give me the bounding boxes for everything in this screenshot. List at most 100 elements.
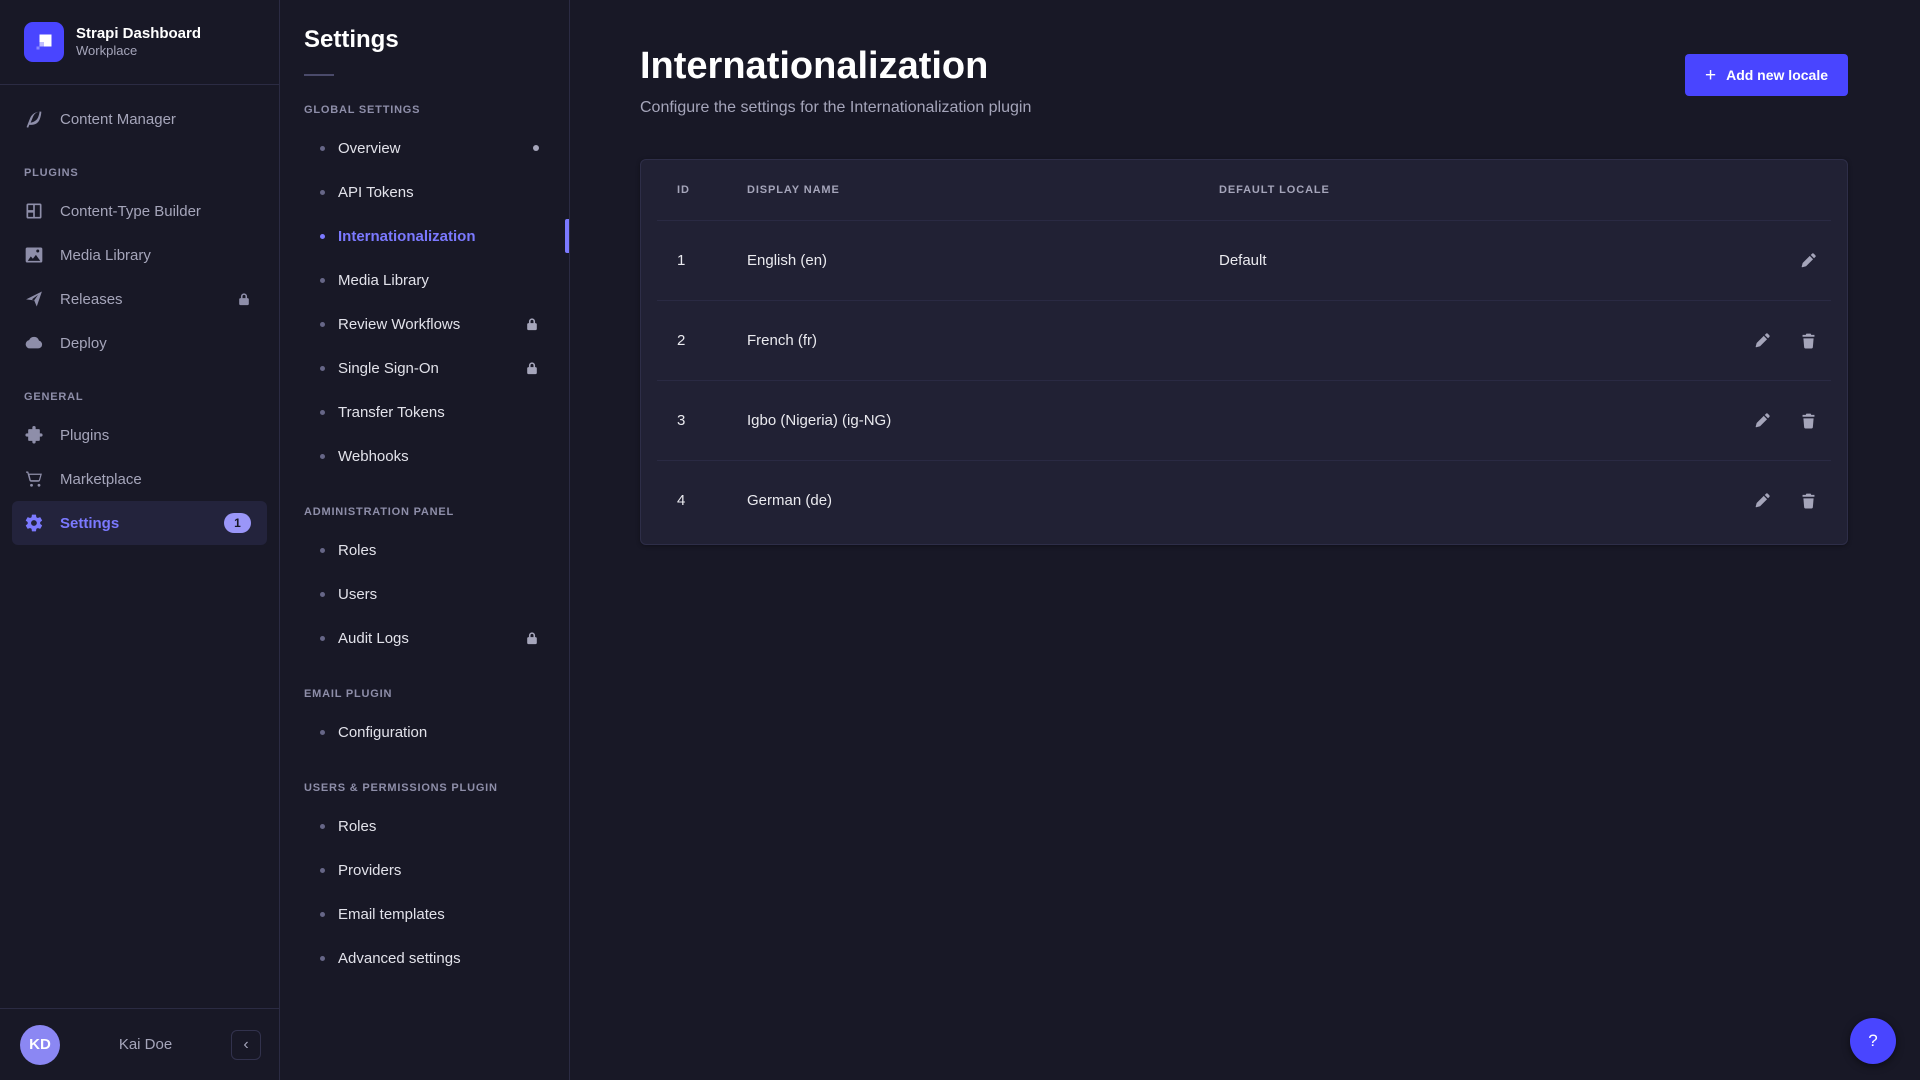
table-header-row: ID DISPLAY NAME DEFAULT LOCALE — [657, 160, 1831, 220]
pencil-icon — [1754, 412, 1771, 429]
workspace-header[interactable]: Strapi Dashboard Workplace — [0, 0, 279, 85]
plus-icon: + — [1705, 66, 1716, 85]
main-content: Internationalization Configure the setti… — [570, 0, 1920, 1080]
settings-nav-item-media-library[interactable]: Media Library — [280, 258, 569, 302]
settings-nav-item-single-sign-on[interactable]: Single Sign-On — [280, 346, 569, 390]
puzzle-icon — [24, 425, 44, 445]
feather-icon — [24, 109, 44, 129]
layout-icon — [24, 201, 44, 221]
settings-nav-item-users[interactable]: Users — [280, 572, 569, 616]
settings-nav-label: Email templates — [338, 906, 445, 923]
settings-nav-item-providers[interactable]: Providers — [280, 848, 569, 892]
sidebar-item-marketplace[interactable]: Marketplace — [12, 457, 267, 501]
bullet-icon — [320, 956, 325, 961]
collapse-sidebar-button[interactable]: ‹ — [231, 1030, 261, 1060]
settings-nav-title: Settings — [280, 26, 569, 54]
trash-icon — [1800, 492, 1817, 509]
bullet-icon — [320, 278, 325, 283]
app-sidebar: Strapi Dashboard Workplace Content Manag… — [0, 0, 280, 1080]
section-label-email-plugin: EMAIL PLUGIN — [280, 660, 569, 710]
cell-display-name: French (fr) — [747, 332, 1219, 349]
settings-nav-item-review-workflows[interactable]: Review Workflows — [280, 302, 569, 346]
nav-label: Media Library — [60, 247, 151, 264]
cell-display-name: English (en) — [747, 252, 1219, 269]
settings-nav-label: Audit Logs — [338, 630, 409, 647]
settings-nav-label: Configuration — [338, 724, 427, 741]
bullet-icon — [320, 592, 325, 597]
section-label-administration-panel: ADMINISTRATION PANEL — [280, 478, 569, 528]
page-subtitle: Configure the settings for the Internati… — [640, 99, 1031, 117]
bullet-icon — [320, 454, 325, 459]
delete-locale-button[interactable] — [1799, 491, 1817, 509]
notification-dot-icon — [533, 145, 539, 151]
gear-icon — [24, 513, 44, 533]
bullet-icon — [320, 824, 325, 829]
user-block: KD Kai Doe ‹ — [0, 1008, 279, 1080]
help-button[interactable]: ? — [1850, 1018, 1896, 1064]
edit-locale-button[interactable] — [1753, 491, 1771, 509]
avatar[interactable]: KD — [20, 1025, 60, 1065]
table-row: 1 English (en) Default — [657, 220, 1831, 300]
settings-nav-item-advanced-settings[interactable]: Advanced settings — [280, 936, 569, 980]
settings-nav-label: Internationalization — [338, 228, 476, 245]
delete-locale-button[interactable] — [1799, 411, 1817, 429]
bullet-icon — [320, 410, 325, 415]
nav-label: Settings — [60, 515, 119, 532]
table-row: 3 Igbo (Nigeria) (ig-NG) — [657, 380, 1831, 460]
workspace-title: Strapi Dashboard — [76, 25, 201, 44]
bullet-icon — [320, 234, 325, 239]
user-name: Kai Doe — [74, 1036, 217, 1053]
settings-nav-item-api-tokens[interactable]: API Tokens — [280, 170, 569, 214]
pencil-icon — [1800, 252, 1817, 269]
edit-locale-button[interactable] — [1753, 331, 1771, 349]
cell-id: 2 — [677, 332, 747, 349]
bullet-icon — [320, 912, 325, 917]
add-new-locale-label: Add new locale — [1726, 67, 1828, 83]
settings-notification-badge: 1 — [224, 513, 251, 533]
cell-display-name: Igbo (Nigeria) (ig-NG) — [747, 412, 1219, 429]
settings-nav-item-audit-logs[interactable]: Audit Logs — [280, 616, 569, 660]
app-nav: Content Manager PLUGINS Content-Type Bui… — [0, 85, 279, 1008]
cell-id: 3 — [677, 412, 747, 429]
cell-display-name: German (de) — [747, 492, 1219, 509]
bullet-icon — [320, 730, 325, 735]
active-indicator — [565, 219, 569, 253]
settings-nav-label: Single Sign-On — [338, 360, 439, 377]
settings-nav: Settings GLOBAL SETTINGS Overview API To… — [280, 0, 570, 1080]
lock-icon — [525, 361, 539, 375]
bullet-icon — [320, 322, 325, 327]
settings-nav-item-configuration[interactable]: Configuration — [280, 710, 569, 754]
trash-icon — [1800, 332, 1817, 349]
bullet-icon — [320, 190, 325, 195]
settings-nav-label: Providers — [338, 862, 401, 879]
section-label-general: GENERAL — [12, 365, 267, 413]
settings-nav-item-internationalization[interactable]: Internationalization — [280, 214, 569, 258]
settings-nav-item-roles-admin[interactable]: Roles — [280, 528, 569, 572]
sidebar-item-settings[interactable]: Settings 1 — [12, 501, 267, 545]
add-new-locale-button[interactable]: + Add new locale — [1685, 54, 1848, 96]
settings-nav-item-webhooks[interactable]: Webhooks — [280, 434, 569, 478]
settings-nav-item-roles-up[interactable]: Roles — [280, 804, 569, 848]
pencil-icon — [1754, 332, 1771, 349]
column-header-id: ID — [677, 184, 747, 196]
settings-nav-label: Media Library — [338, 272, 429, 289]
settings-nav-item-overview[interactable]: Overview — [280, 126, 569, 170]
settings-nav-label: Overview — [338, 140, 401, 157]
paper-plane-icon — [24, 289, 44, 309]
delete-locale-button[interactable] — [1799, 331, 1817, 349]
edit-locale-button[interactable] — [1799, 251, 1817, 269]
cell-id: 1 — [677, 252, 747, 269]
section-label-plugins: PLUGINS — [12, 141, 267, 189]
sidebar-item-content-manager[interactable]: Content Manager — [12, 97, 267, 141]
cell-id: 4 — [677, 492, 747, 509]
sidebar-item-media-library[interactable]: Media Library — [12, 233, 267, 277]
sidebar-item-plugins[interactable]: Plugins — [12, 413, 267, 457]
settings-nav-item-transfer-tokens[interactable]: Transfer Tokens — [280, 390, 569, 434]
sidebar-item-deploy[interactable]: Deploy — [12, 321, 267, 365]
settings-nav-item-email-templates[interactable]: Email templates — [280, 892, 569, 936]
sidebar-item-releases[interactable]: Releases — [12, 277, 267, 321]
pencil-icon — [1754, 492, 1771, 509]
edit-locale-button[interactable] — [1753, 411, 1771, 429]
sidebar-item-content-type-builder[interactable]: Content-Type Builder — [12, 189, 267, 233]
trash-icon — [1800, 412, 1817, 429]
